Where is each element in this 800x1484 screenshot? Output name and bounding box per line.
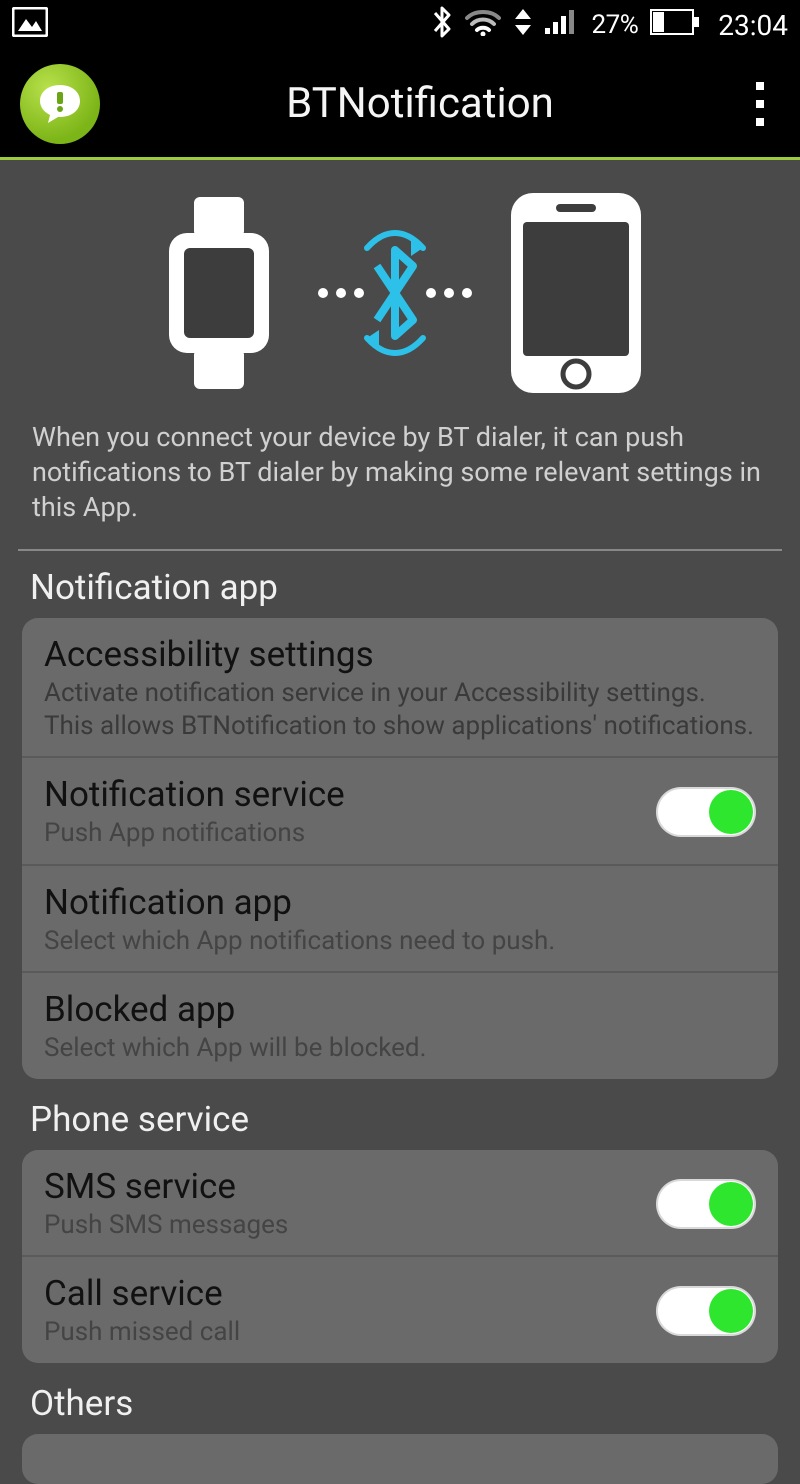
wifi-icon — [465, 8, 501, 43]
row-notification-app[interactable]: Notification app Select which App notifi… — [22, 866, 778, 974]
row-title: Blocked app — [44, 989, 756, 1030]
row-sub: Push missed call — [44, 1316, 656, 1349]
row-sub: Push App notifications — [44, 817, 656, 850]
card-phone-service: SMS service Push SMS messages Call servi… — [22, 1150, 778, 1363]
bluetooth-sync-icon — [305, 218, 485, 368]
row-notification-service[interactable]: Notification service Push App notificati… — [22, 758, 778, 866]
hero-section: When you connect your device by BT diale… — [0, 160, 800, 549]
app-header: BTNotification — [0, 50, 800, 160]
battery-percent: 27% — [591, 10, 638, 40]
status-bar: 27% 23:04 — [0, 0, 800, 50]
divider — [18, 549, 782, 551]
row-sms-service[interactable]: SMS service Push SMS messages — [22, 1150, 778, 1258]
battery-icon — [650, 9, 700, 42]
section-title-others: Others — [0, 1371, 800, 1434]
row-others-item[interactable] — [22, 1434, 778, 1466]
overflow-menu-button[interactable] — [740, 82, 780, 126]
card-notification-app: Accessibility settings Activate notifica… — [22, 618, 778, 1079]
section-title-notification: Notification app — [0, 555, 800, 618]
app-logo-icon — [20, 64, 100, 144]
status-left — [12, 7, 48, 44]
status-right: 27% 23:04 — [431, 5, 788, 46]
row-title: Notification app — [44, 882, 756, 923]
row-call-service[interactable]: Call service Push missed call — [22, 1257, 778, 1363]
phone-icon — [501, 188, 651, 398]
card-others — [22, 1434, 778, 1484]
row-title: Call service — [44, 1273, 656, 1314]
updown-icon — [513, 7, 533, 44]
hero-illustration — [30, 180, 770, 410]
row-sub: Activate notification service in your Ac… — [44, 677, 756, 742]
hero-description: When you connect your device by BT diale… — [30, 410, 770, 537]
row-title: SMS service — [44, 1166, 656, 1207]
smartwatch-icon — [149, 193, 289, 393]
row-title: Notification service — [44, 774, 656, 815]
row-accessibility-settings[interactable]: Accessibility settings Activate notifica… — [22, 618, 778, 758]
row-blocked-app[interactable]: Blocked app Select which App will be blo… — [22, 973, 778, 1079]
status-clock: 23:04 — [718, 9, 788, 42]
row-sub: Select which App will be blocked. — [44, 1032, 756, 1065]
row-title: Accessibility settings — [44, 634, 756, 675]
toggle-sms-service[interactable] — [656, 1179, 756, 1229]
row-sub: Push SMS messages — [44, 1209, 656, 1242]
app-title: BTNotification — [100, 79, 740, 128]
toggle-notification-service[interactable] — [656, 787, 756, 837]
bluetooth-icon — [431, 5, 453, 46]
signal-icon — [545, 8, 579, 43]
row-sub: Select which App notifications need to p… — [44, 925, 756, 958]
section-title-phone-service: Phone service — [0, 1087, 800, 1150]
picture-icon — [12, 7, 48, 44]
toggle-call-service[interactable] — [656, 1286, 756, 1336]
